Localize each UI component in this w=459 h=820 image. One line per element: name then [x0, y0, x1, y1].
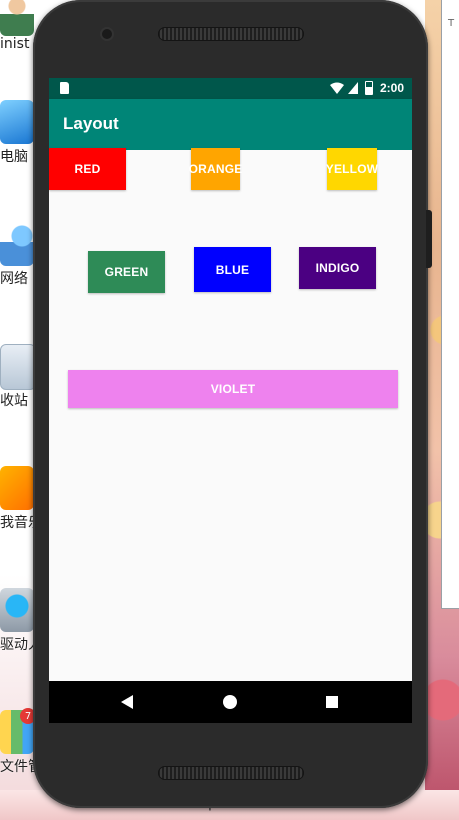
user-icon: [0, 0, 34, 36]
background-window[interactable]: T: [441, 0, 459, 609]
orange-button[interactable]: ORANGE: [189, 148, 242, 190]
status-bar: 2:00: [49, 78, 412, 99]
wifi-icon: [330, 82, 344, 94]
home-icon[interactable]: [223, 695, 237, 709]
recent-apps-icon[interactable]: [326, 696, 338, 708]
volume-button[interactable]: [426, 210, 432, 268]
desktop-icon-label: inist: [0, 36, 30, 52]
bottom-speaker: [158, 766, 304, 780]
top-speaker: [158, 27, 304, 41]
red-button[interactable]: RED: [49, 148, 126, 190]
music-app-icon: [0, 466, 34, 510]
status-time: 2:00: [380, 81, 405, 95]
app-bar: Layout: [49, 99, 412, 150]
app-title: Layout: [63, 114, 119, 133]
phone-screen: 2:00 Layout RED ORANGE YELLOW GREEN BLUE…: [49, 78, 412, 723]
front-camera: [102, 29, 112, 39]
desktop-icon-label: 收站: [0, 393, 28, 409]
green-button[interactable]: GREEN: [88, 251, 165, 293]
desktop-icon-label: 网络: [0, 271, 28, 287]
battery-icon: [365, 81, 373, 95]
computer-icon: [0, 100, 34, 144]
yellow-button[interactable]: YELLOW: [326, 148, 378, 190]
network-icon: [0, 222, 34, 266]
signal-icon: [348, 82, 358, 94]
violet-button[interactable]: VIOLET: [68, 370, 398, 408]
blue-button[interactable]: BLUE: [194, 247, 271, 292]
desktop-icon-label: 电脑: [0, 149, 28, 165]
navigation-bar: [49, 681, 412, 723]
sd-card-icon: [60, 82, 69, 94]
gear-icon: [0, 588, 34, 632]
back-icon[interactable]: [121, 695, 133, 709]
indigo-button[interactable]: INDIGO: [299, 247, 376, 289]
recycle-bin-icon: [0, 344, 36, 390]
layout-content: RED ORANGE YELLOW GREEN BLUE INDIGO VIOL…: [49, 148, 412, 682]
